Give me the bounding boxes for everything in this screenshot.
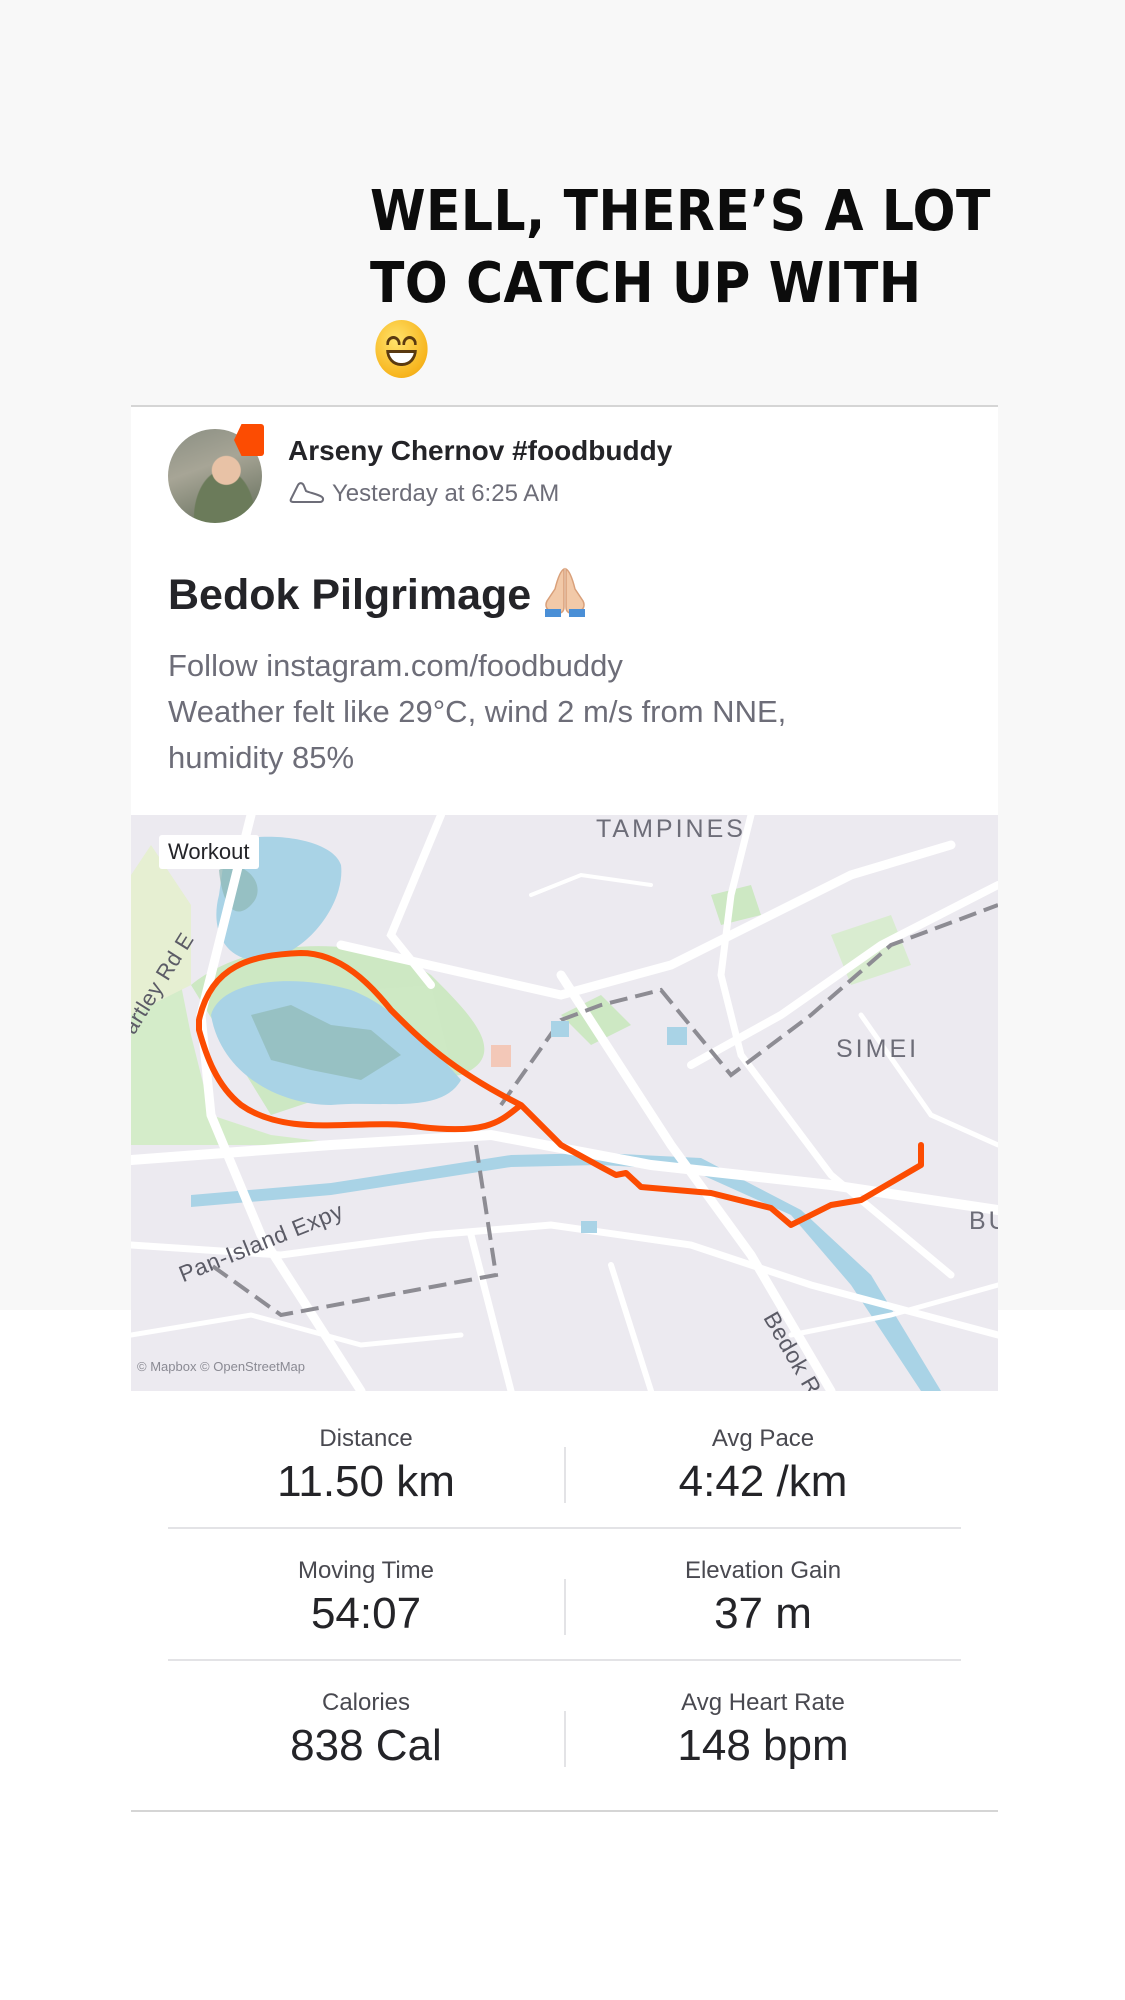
activity-title-text: Bedok Pilgrimage xyxy=(168,571,532,619)
stat-label: Avg Pace xyxy=(711,1425,815,1452)
caption-line-1: WELL, THERE’S A LOT xyxy=(370,179,991,244)
stat-avg-pace: Avg Pace 4:42 /km xyxy=(565,1425,961,1507)
map-credit[interactable]: © Mapbox © OpenStreetMap xyxy=(137,1359,305,1374)
description-line: Weather felt like 29°C, wind 2 m/s from … xyxy=(168,694,787,729)
stats-row: Moving Time 54:07 Elevation Gain 37 m xyxy=(168,1529,961,1661)
stat-avg-heart-rate: Avg Heart Rate 148 bpm xyxy=(565,1689,961,1771)
stat-value: 4:42 /km xyxy=(678,1457,848,1506)
stat-value: 838 Cal xyxy=(290,1721,442,1770)
map-label-bu: BU xyxy=(969,1207,998,1235)
caption-line-2-text: TO CATCH UP WITH xyxy=(370,251,922,316)
stat-label: Avg Heart Rate xyxy=(681,1689,845,1716)
activity-stats: Distance 11.50 km Avg Pace 4:42 /km Movi… xyxy=(168,1397,961,1791)
caption-line-2: TO CATCH UP WITH xyxy=(370,248,921,378)
stat-label: Calories xyxy=(321,1689,411,1716)
description-line: humidity 85% xyxy=(168,740,355,775)
activity-timestamp: Yesterday at 6:25 AM xyxy=(332,480,560,507)
map-canvas xyxy=(131,815,998,1391)
workout-tag: Workout xyxy=(159,835,259,869)
activity-card[interactable]: Arseny Chernov #foodbuddy Yesterday at 6… xyxy=(131,405,998,1812)
stat-value: 37 m xyxy=(714,1589,812,1638)
folded-hands-icon xyxy=(545,567,586,617)
stat-label: Elevation Gain xyxy=(684,1557,842,1584)
grinning-face-icon xyxy=(375,320,428,378)
stat-distance: Distance 11.50 km xyxy=(168,1425,564,1507)
stats-row: Calories 838 Cal Avg Heart Rate 148 bpm xyxy=(168,1661,961,1791)
stat-calories: Calories 838 Cal xyxy=(168,1689,564,1771)
map-label-tampines: TAMPINES xyxy=(596,815,746,843)
stat-value: 148 bpm xyxy=(677,1721,849,1770)
run-shoe-icon xyxy=(289,482,325,503)
stat-value: 11.50 km xyxy=(277,1457,455,1506)
activity-description: Follow instagram.com/foodbuddy Weather f… xyxy=(168,643,948,781)
stat-label: Moving Time xyxy=(297,1557,435,1584)
athlete-name[interactable]: Arseny Chernov #foodbuddy xyxy=(288,435,672,467)
activity-meta: Yesterday at 6:25 AM xyxy=(288,479,559,508)
activity-title[interactable]: Bedok Pilgrimage xyxy=(168,565,593,620)
stat-value: 54:07 xyxy=(310,1589,422,1638)
route-map[interactable]: Workout TAMPINES SIMEI BU artley Rd E Pa… xyxy=(131,815,998,1391)
story-caption: WELL, THERE’S A LOT TO CATCH UP WITH xyxy=(370,176,991,378)
map-label-simei: SIMEI xyxy=(836,1035,920,1063)
description-line: Follow instagram.com/foodbuddy xyxy=(168,648,623,683)
stats-row: Distance 11.50 km Avg Pace 4:42 /km xyxy=(168,1397,961,1529)
stat-elevation-gain: Elevation Gain 37 m xyxy=(565,1557,961,1639)
stat-moving-time: Moving Time 54:07 xyxy=(168,1557,564,1639)
stat-label: Distance xyxy=(319,1425,413,1452)
